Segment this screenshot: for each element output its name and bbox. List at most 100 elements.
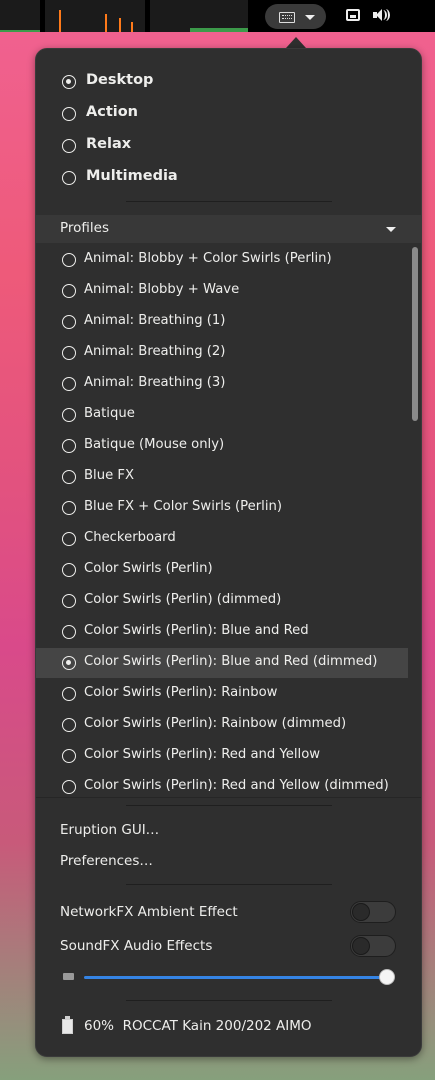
- profile-label: Color Swirls (Perlin): Rainbow (dimmed): [84, 716, 347, 731]
- keyboard-icon: [63, 973, 74, 980]
- profile-item[interactable]: Animal: Breathing (1): [36, 307, 408, 337]
- soundfx-toggle[interactable]: [350, 935, 396, 957]
- separator: [126, 884, 332, 885]
- profiles-submenu-header[interactable]: Profiles: [36, 215, 421, 243]
- profile-item[interactable]: Animal: Breathing (2): [36, 338, 408, 368]
- battery-icon: [62, 1016, 73, 1034]
- profile-item[interactable]: Animal: Blobby + Color Swirls (Perlin): [36, 245, 408, 275]
- brightness-slider-track[interactable]: [84, 976, 388, 979]
- soundfx-row[interactable]: SoundFX Audio Effects: [36, 933, 421, 963]
- radio-button[interactable]: [62, 594, 76, 608]
- profile-item[interactable]: Batique (Mouse only): [36, 431, 408, 461]
- profile-label: Color Swirls (Perlin): [84, 561, 213, 576]
- radio-button[interactable]: [62, 656, 76, 670]
- radio-button[interactable]: [62, 107, 76, 121]
- mode-label: Action: [86, 104, 139, 120]
- profile-item[interactable]: Color Swirls (Perlin): Rainbow: [36, 679, 408, 709]
- radio-button[interactable]: [62, 139, 76, 153]
- separator: [36, 797, 421, 798]
- profile-item[interactable]: Checkerboard: [36, 524, 408, 554]
- profile-label: Animal: Breathing (1): [84, 313, 226, 328]
- radio-button[interactable]: [62, 563, 76, 577]
- mode-label: Multimedia: [86, 168, 178, 184]
- mode-item-desktop[interactable]: Desktop: [36, 66, 421, 98]
- radio-button[interactable]: [62, 625, 76, 639]
- mode-item-multimedia[interactable]: Multimedia: [36, 162, 421, 194]
- profile-item[interactable]: Color Swirls (Perlin) (dimmed): [36, 586, 408, 616]
- radio-button[interactable]: [62, 687, 76, 701]
- radio-button[interactable]: [62, 377, 76, 391]
- networkfx-row[interactable]: NetworkFX Ambient Effect: [36, 899, 421, 929]
- radio-button[interactable]: [62, 780, 76, 794]
- profile-label: Color Swirls (Perlin): Blue and Red: [84, 623, 309, 638]
- device-status-label: 60% ROCCAT Kain 200/202 AIMO: [84, 1018, 312, 1034]
- radio-button[interactable]: [62, 75, 76, 89]
- profile-label: Blue FX: [84, 468, 134, 483]
- radio-button[interactable]: [62, 532, 76, 546]
- soundfx-label: SoundFX Audio Effects: [60, 938, 213, 954]
- mode-item-relax[interactable]: Relax: [36, 130, 421, 162]
- profile-item[interactable]: Color Swirls (Perlin): Red and Yellow: [36, 741, 408, 771]
- radio-button[interactable]: [62, 749, 76, 763]
- separator: [126, 1000, 332, 1001]
- radio-button[interactable]: [62, 439, 76, 453]
- radio-button[interactable]: [62, 501, 76, 515]
- preferences-menu-item[interactable]: Preferences…: [36, 848, 421, 876]
- profile-item[interactable]: Color Swirls (Perlin): Blue and Red (dim…: [36, 648, 408, 678]
- chevron-down-icon: [386, 227, 396, 232]
- profile-item[interactable]: Batique: [36, 400, 408, 430]
- profile-label: Color Swirls (Perlin): Rainbow: [84, 685, 278, 700]
- profile-label: Batique: [84, 406, 135, 421]
- profile-item[interactable]: Animal: Blobby + Wave: [36, 276, 408, 306]
- top-bar: [0, 0, 435, 32]
- profiles-list: Animal: Blobby + Color Swirls (Perlin) An…: [36, 245, 408, 797]
- eruption-menu: Desktop Action Relax Multimedia Profiles An…: [35, 48, 422, 1057]
- preferences-label: Preferences…: [60, 853, 153, 869]
- radio-button[interactable]: [62, 315, 76, 329]
- eruption-gui-menu-item[interactable]: Eruption GUI…: [36, 817, 421, 845]
- brightness-slider-row: [36, 967, 421, 987]
- profile-label: Animal: Blobby + Wave: [84, 282, 240, 297]
- profile-item[interactable]: Blue FX: [36, 462, 408, 492]
- profile-label: Animal: Blobby + Color Swirls (Perlin): [84, 251, 332, 266]
- separator: [126, 805, 332, 806]
- profile-label: Animal: Breathing (3): [84, 375, 226, 390]
- battery-percent: 60%: [84, 1018, 115, 1034]
- device-status-row: 60% ROCCAT Kain 200/202 AIMO: [36, 1013, 421, 1041]
- radio-button[interactable]: [62, 171, 76, 185]
- mode-label: Relax: [86, 136, 132, 152]
- system-monitor-graph-cpu[interactable]: [0, 0, 40, 32]
- profile-item[interactable]: Animal: Breathing (3): [36, 369, 408, 399]
- radio-button[interactable]: [62, 253, 76, 267]
- radio-button[interactable]: [62, 408, 76, 422]
- profile-item[interactable]: Color Swirls (Perlin): [36, 555, 408, 585]
- profile-item[interactable]: Color Swirls (Perlin): Rainbow (dimmed): [36, 710, 408, 740]
- profile-label: Color Swirls (Perlin): Blue and Red (dim…: [84, 654, 378, 669]
- profile-label: Animal: Breathing (2): [84, 344, 226, 359]
- mode-label: Desktop: [86, 72, 154, 88]
- network-icon[interactable]: [346, 9, 360, 21]
- radio-button[interactable]: [62, 346, 76, 360]
- device-name: ROCCAT Kain 200/202 AIMO: [122, 1018, 312, 1034]
- mode-item-action[interactable]: Action: [36, 98, 421, 130]
- profile-item[interactable]: Blue FX + Color Swirls (Perlin): [36, 493, 408, 523]
- profile-item[interactable]: Color Swirls (Perlin): Blue and Red: [36, 617, 408, 647]
- profile-item[interactable]: Color Swirls (Perlin): Red and Yellow (d…: [36, 772, 408, 797]
- networkfx-toggle[interactable]: [350, 901, 396, 923]
- brightness-slider-handle[interactable]: [379, 969, 395, 985]
- radio-button[interactable]: [62, 718, 76, 732]
- menu-pointer-arrow: [286, 37, 306, 48]
- profiles-scrollbar[interactable]: [412, 247, 418, 421]
- keyboard-icon: [279, 12, 295, 23]
- system-monitor-graph-mem[interactable]: [150, 0, 248, 32]
- profile-label: Blue FX + Color Swirls (Perlin): [84, 499, 283, 514]
- profile-label: Color Swirls (Perlin): Red and Yellow: [84, 747, 321, 762]
- system-monitor-graph-net[interactable]: [45, 0, 145, 32]
- keyboard-indicator-button[interactable]: [265, 4, 326, 29]
- volume-icon[interactable]: [373, 8, 390, 22]
- radio-button[interactable]: [62, 284, 76, 298]
- networkfx-label: NetworkFX Ambient Effect: [60, 904, 238, 920]
- radio-button[interactable]: [62, 470, 76, 484]
- eruption-gui-label: Eruption GUI…: [60, 822, 160, 838]
- profile-label: Color Swirls (Perlin): Red and Yellow (d…: [84, 778, 389, 793]
